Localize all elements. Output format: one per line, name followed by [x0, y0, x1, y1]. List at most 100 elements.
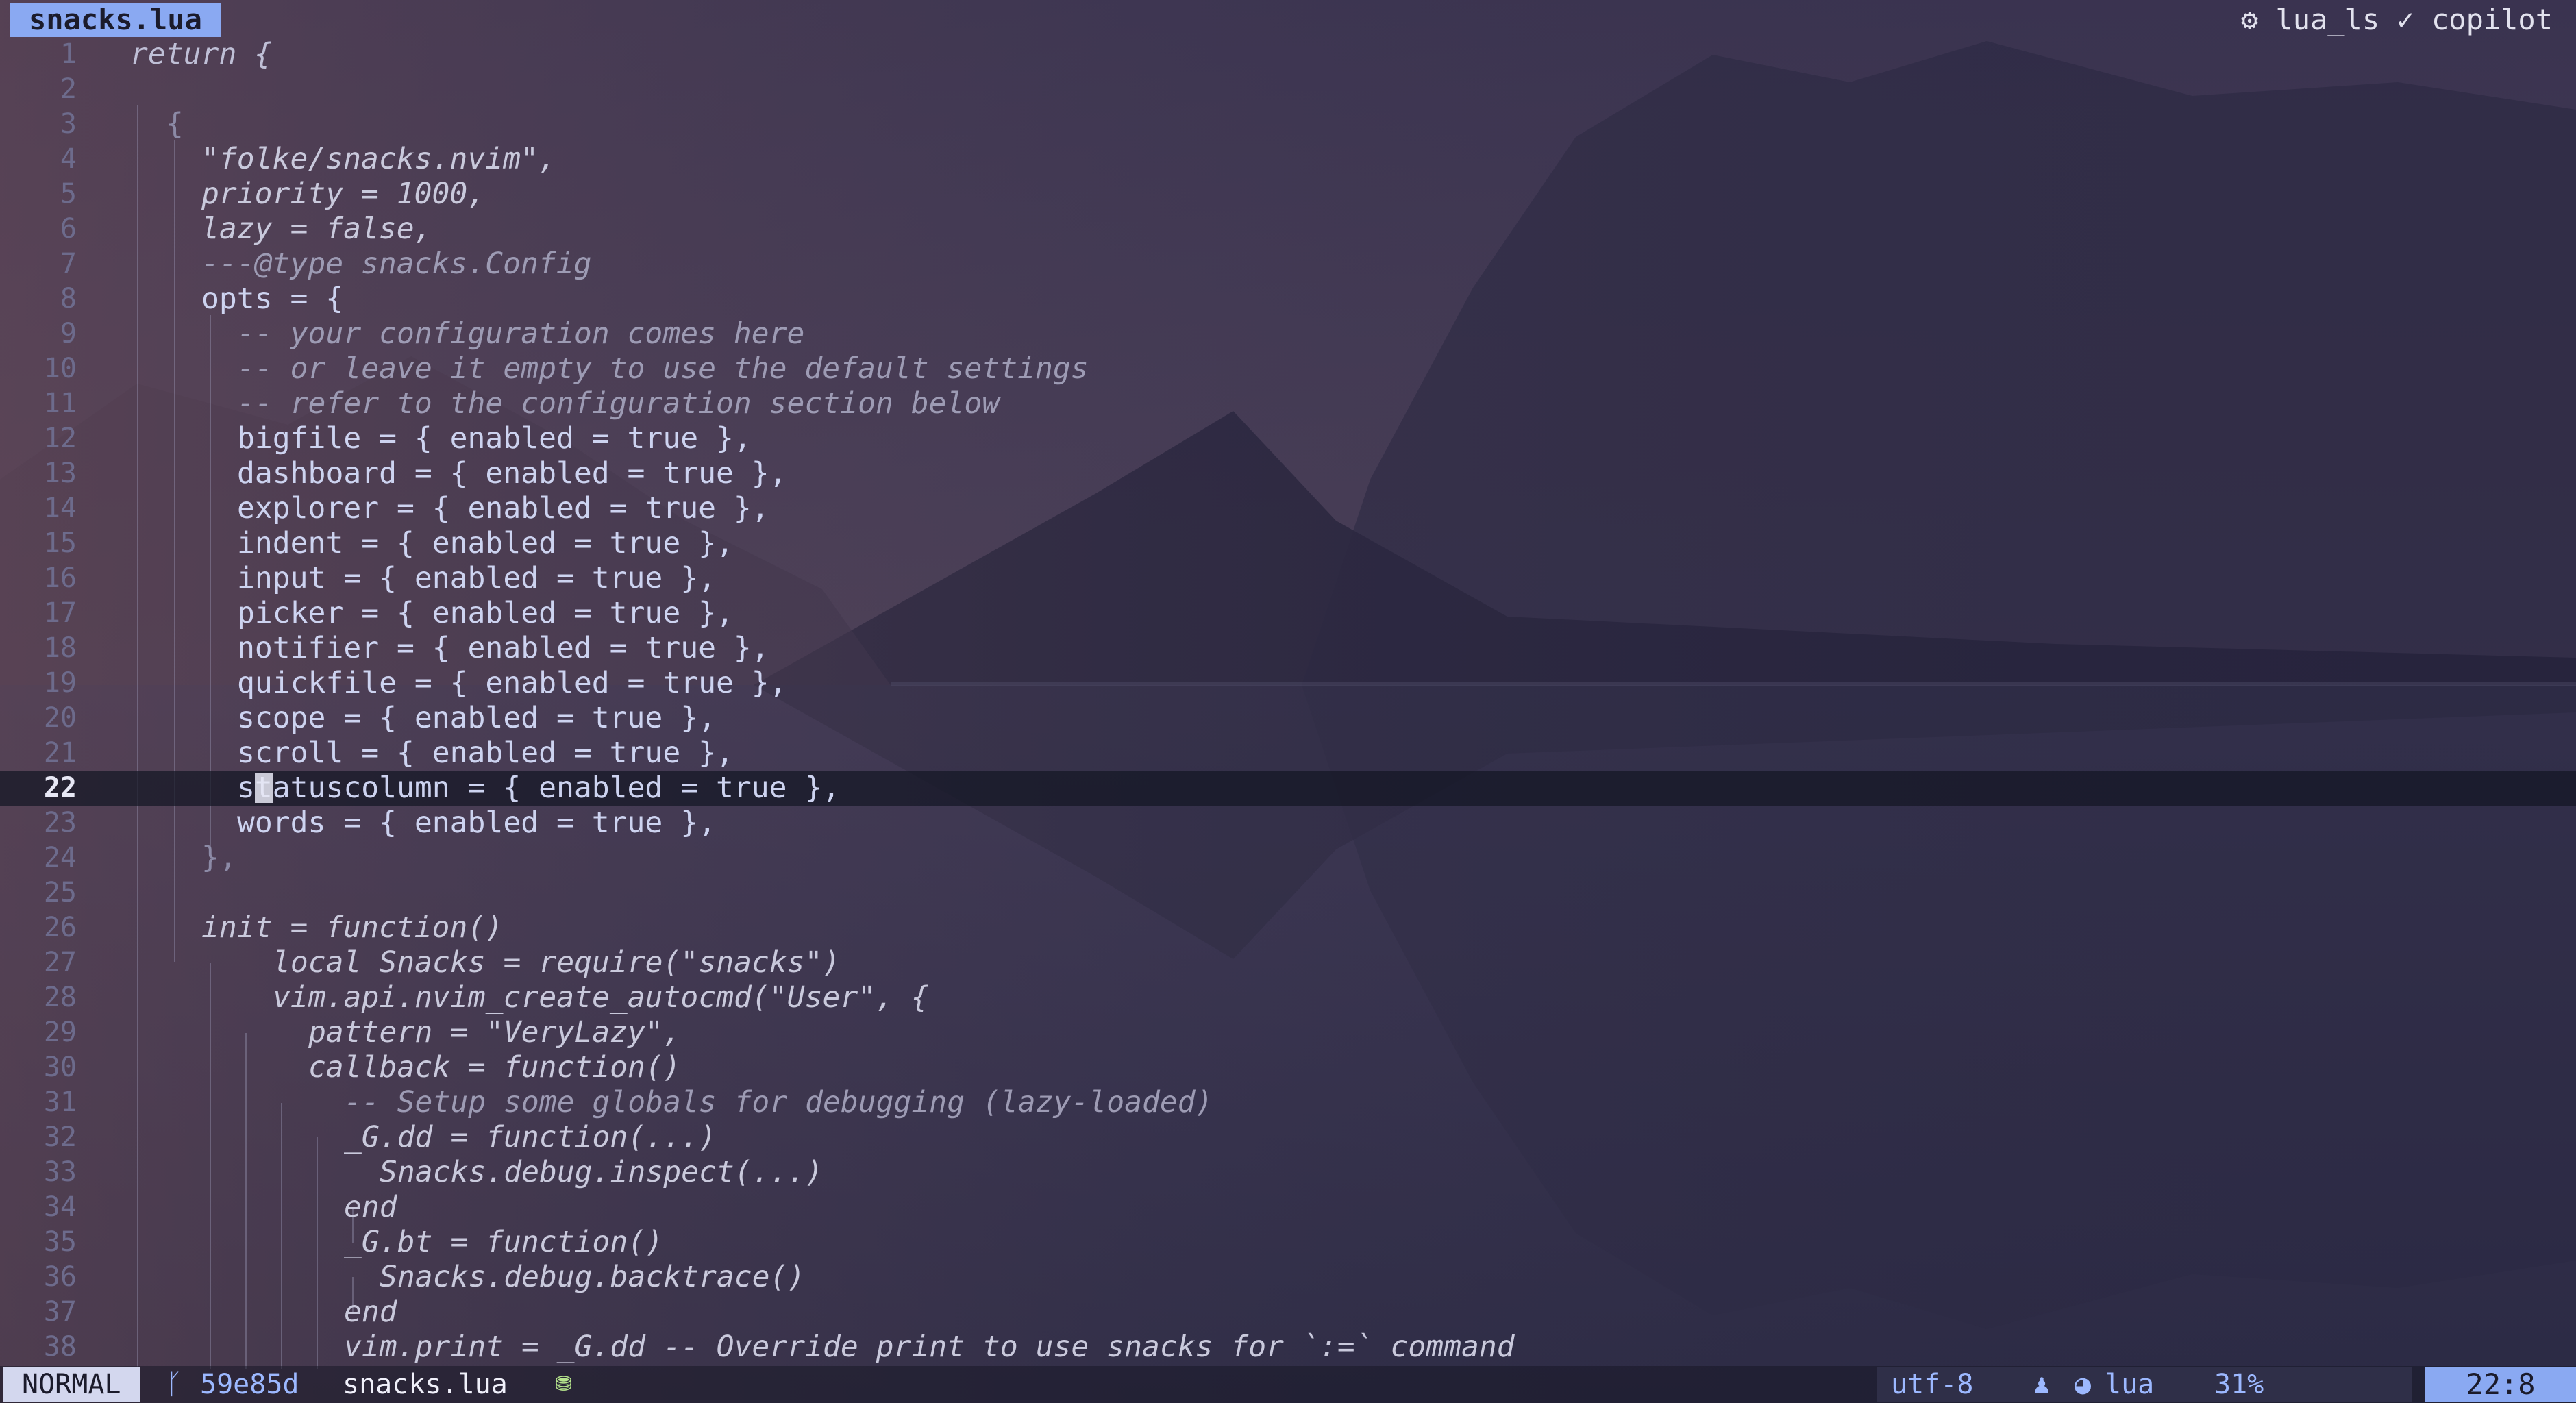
line-number: 33 [43, 1156, 77, 1188]
code-line: 15 indent = { enabled = true }, [0, 526, 2576, 561]
code-line: 9 -- your configuration comes here [0, 316, 2576, 351]
line-number: 23 [43, 807, 77, 839]
line-number: 11 [43, 388, 77, 419]
code-line: 25 [0, 876, 2576, 910]
line-number: 7 [60, 248, 77, 280]
code-line: 35 _G.bt = function() [0, 1225, 2576, 1260]
modified-icon: ⛃ [555, 1372, 573, 1396]
code-text: input = { enabled = true }, [237, 561, 716, 595]
line-number: 21 [43, 737, 77, 769]
code-text: picker = { enabled = true }, [237, 596, 734, 630]
code-editor[interactable]: 1 return { 2 3 { 4 "folke/snacks.nvim", … [0, 37, 2576, 1369]
lsp-status: ⚙ lua_ls ✓ copilot [2240, 3, 2553, 36]
code-text: end [344, 1295, 397, 1329]
line-number: 15 [43, 527, 77, 559]
mode-indicator: NORMAL [3, 1367, 140, 1402]
line-number: 24 [43, 842, 77, 873]
code-text: -- or leave it empty to use the default … [237, 351, 1089, 386]
line-number: 12 [43, 423, 77, 454]
line-number-current: 22 [43, 772, 77, 804]
line-number: 8 [60, 283, 77, 314]
line-number: 3 [60, 108, 77, 140]
code-line-current: 22 statuscolumn = { enabled = true }, [0, 771, 2576, 806]
code-text: lazy = false, [201, 212, 432, 246]
code-text: "folke/snacks.nvim", [201, 142, 556, 176]
code-line: 21 scroll = { enabled = true }, [0, 736, 2576, 771]
code-text: opts = { [201, 282, 344, 316]
code-text: scroll = { enabled = true }, [237, 736, 734, 770]
line-number: 25 [43, 877, 77, 908]
line-number: 6 [60, 213, 77, 245]
git-branch-icon: ᚴ [166, 1369, 182, 1400]
code-line: 30 callback = function() [0, 1050, 2576, 1085]
code-line: 24 }, [0, 841, 2576, 876]
code-text: priority = 1000, [201, 177, 486, 211]
line-number: 18 [43, 632, 77, 664]
code-text: Snacks.debug.inspect(...) [380, 1155, 823, 1189]
code-text: local Snacks = require("snacks") [273, 945, 841, 980]
code-text: callback = function() [308, 1050, 681, 1084]
buffer-tab-label: snacks.lua [29, 3, 202, 36]
code-text: _G.bt = function() [344, 1225, 663, 1259]
line-number: 9 [60, 318, 77, 349]
line-number: 4 [60, 143, 77, 175]
code-text: -- your configuration comes here [237, 316, 805, 351]
code-line: 5 priority = 1000, [0, 177, 2576, 212]
code-text: words = { enabled = true }, [237, 806, 716, 840]
code-text: end [344, 1190, 397, 1224]
line-number: 35 [43, 1226, 77, 1258]
code-text: indent = { enabled = true }, [237, 526, 734, 560]
code-text: ---@type snacks.Config [201, 247, 592, 281]
filetype: lua [2105, 1369, 2155, 1400]
code-line: 36 Snacks.debug.backtrace() [0, 1260, 2576, 1295]
line-number: 13 [43, 458, 77, 489]
scroll-percent: 31% [2214, 1369, 2264, 1400]
code-line: 20 scope = { enabled = true }, [0, 701, 2576, 736]
code-line: 23 words = { enabled = true }, [0, 806, 2576, 841]
text-cursor [255, 773, 273, 803]
code-text: -- Setup some globals for debugging (laz… [344, 1085, 1213, 1119]
code-line: 14 explorer = { enabled = true }, [0, 491, 2576, 526]
code-text: scope = { enabled = true }, [237, 701, 716, 735]
line-number: 17 [43, 597, 77, 629]
code-text: }, [201, 841, 237, 875]
code-line: 38 vim.print = _G.dd -- Override print t… [0, 1330, 2576, 1365]
code-line: 27 local Snacks = require("snacks") [0, 945, 2576, 980]
code-text: Snacks.debug.backtrace() [380, 1260, 806, 1294]
code-line: 2 [0, 72, 2576, 107]
code-line: 29 pattern = "VeryLazy", [0, 1015, 2576, 1050]
os-icon: ♟ [2033, 1369, 2051, 1400]
line-number: 27 [43, 947, 77, 978]
line-number: 32 [43, 1121, 77, 1153]
code-line: 37 end [0, 1295, 2576, 1330]
line-number: 36 [43, 1261, 77, 1293]
code-line: 12 bigfile = { enabled = true }, [0, 421, 2576, 456]
line-number: 20 [43, 702, 77, 734]
line-number: 10 [43, 353, 77, 384]
line-number: 16 [43, 562, 77, 594]
line-number: 1 [60, 38, 77, 70]
code-text: pattern = "VeryLazy", [308, 1015, 681, 1050]
line-number: 2 [60, 73, 77, 105]
code-line: 17 picker = { enabled = true }, [0, 596, 2576, 631]
code-line: 16 input = { enabled = true }, [0, 561, 2576, 596]
line-number: 5 [60, 178, 77, 210]
code-line: 32 _G.dd = function(...) [0, 1120, 2576, 1155]
code-line: 28 vim.api.nvim_create_autocmd("User", { [0, 980, 2576, 1015]
line-number: 38 [43, 1331, 77, 1363]
code-line: 33 Snacks.debug.inspect(...) [0, 1155, 2576, 1190]
code-text: explorer = { enabled = true }, [237, 491, 769, 525]
line-number: 34 [43, 1191, 77, 1223]
code-text: -- refer to the configuration section be… [237, 386, 1000, 421]
buffer-tabline: snacks.lua ⚙ lua_ls ✓ copilot [0, 0, 2576, 40]
code-line: 6 lazy = false, [0, 212, 2576, 247]
code-text: { [166, 107, 184, 141]
buffer-tab-active[interactable]: snacks.lua [10, 3, 221, 37]
line-number: 29 [43, 1017, 77, 1048]
statusline: NORMAL ᚴ 59e85d snacks.lua ⛃ utf-8 ♟ ◕ l… [0, 1366, 2576, 1403]
code-line: 10 -- or leave it empty to use the defau… [0, 351, 2576, 386]
code-line: 18 notifier = { enabled = true }, [0, 631, 2576, 666]
code-line: 8 opts = { [0, 282, 2576, 316]
cursor-position: 22:8 [2425, 1367, 2576, 1402]
line-number: 30 [43, 1052, 77, 1083]
